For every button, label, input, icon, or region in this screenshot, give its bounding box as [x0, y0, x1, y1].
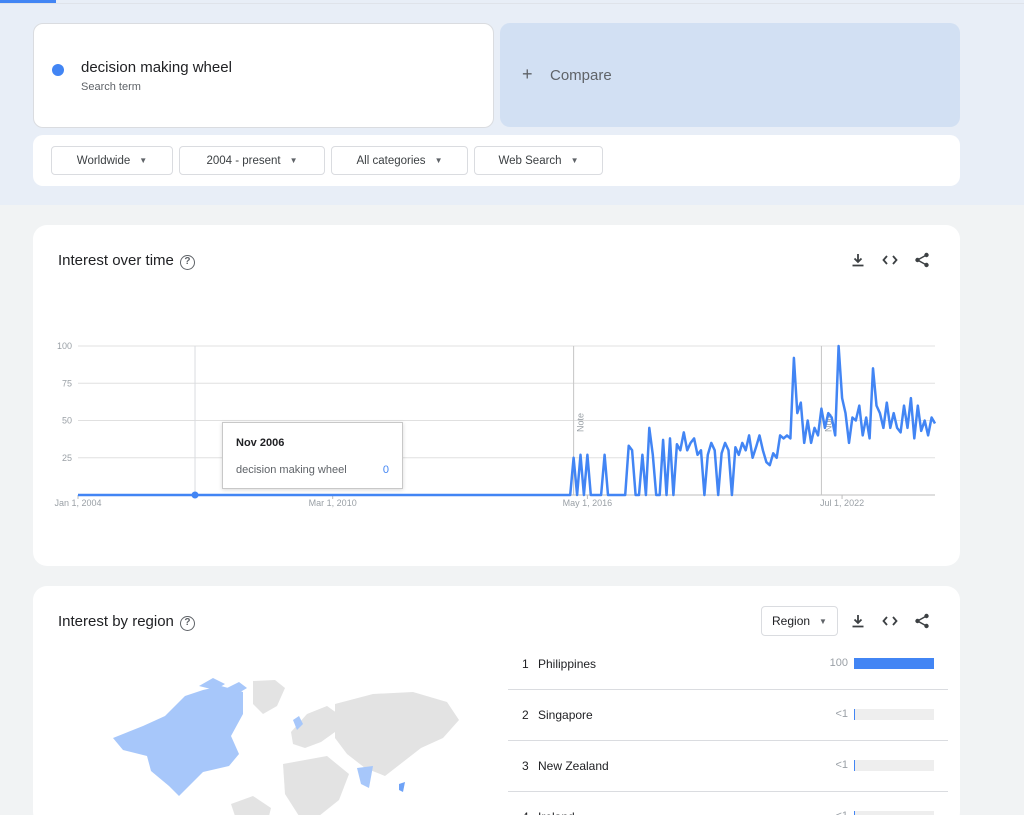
- y-tick-label: 100: [57, 341, 72, 351]
- map-africa: [283, 756, 349, 815]
- region-value: 100: [829, 657, 848, 669]
- region-name: Singapore: [538, 708, 593, 722]
- x-tick-label: Jan 1, 2004: [54, 498, 101, 508]
- region-bar-track: [854, 760, 934, 771]
- region-rank: 4: [522, 810, 529, 815]
- note-label: Note: [576, 413, 586, 432]
- region-name: Philippines: [538, 657, 597, 671]
- chart-tooltip: Nov 2006 decision making wheel 0: [222, 422, 403, 489]
- region-row[interactable]: 3 New Zealand <1: [508, 742, 948, 792]
- map-north-america[interactable]: [113, 686, 243, 796]
- interest-by-region-title: Interest by region?: [58, 613, 195, 631]
- hover-point: [191, 491, 199, 499]
- embed-icon[interactable]: [880, 611, 900, 631]
- region-bar-fill: [854, 760, 855, 771]
- map-greenland: [253, 680, 285, 714]
- tooltip-date: Nov 2006: [236, 437, 285, 449]
- world-map[interactable]: [103, 676, 463, 815]
- region-rank: 1: [522, 657, 529, 671]
- region-bar-fill: [854, 811, 855, 815]
- tooltip-term: decision making wheel: [236, 464, 347, 476]
- region-rank: 2: [522, 708, 529, 722]
- region-bar-track: [854, 811, 934, 815]
- map-asia: [335, 692, 459, 776]
- map-philippines: [399, 782, 405, 792]
- region-resolution-select[interactable]: Region ▼: [761, 606, 838, 636]
- y-tick-label: 50: [62, 416, 72, 426]
- map-south-america: [231, 796, 271, 815]
- y-axis-labels: 25 50 75 100: [57, 341, 72, 463]
- region-row[interactable]: 2 Singapore <1: [508, 691, 948, 741]
- region-value: <1: [835, 810, 848, 815]
- share-icon[interactable]: [912, 611, 932, 631]
- region-bar-track: [854, 709, 934, 720]
- y-tick-label: 25: [62, 453, 72, 463]
- region-name: Ireland: [538, 810, 575, 815]
- region-resolution-label: Region: [772, 614, 811, 628]
- region-name: New Zealand: [538, 759, 609, 773]
- region-row[interactable]: 4 Ireland <1: [508, 793, 948, 815]
- help-icon[interactable]: ?: [179, 616, 195, 631]
- x-axis-labels: Jan 1, 2004 Mar 1, 2010 May 1, 2016 Jul 1, …: [54, 498, 864, 508]
- region-row[interactable]: 1 Philippines 100: [508, 640, 948, 690]
- region-rank: 3: [522, 759, 529, 773]
- interest-by-region-title-text: Interest by region: [58, 613, 174, 630]
- region-bar-fill: [854, 709, 855, 720]
- region-value: <1: [835, 708, 848, 720]
- x-tick-label: Jul 1, 2022: [820, 498, 864, 508]
- x-tick-label: Mar 1, 2010: [309, 498, 357, 508]
- tooltip-value: 0: [382, 464, 389, 476]
- download-icon[interactable]: [848, 611, 868, 631]
- x-tick-label: May 1, 2016: [563, 498, 613, 508]
- dropdown-caret-icon: ▼: [819, 616, 827, 626]
- region-value: <1: [835, 759, 848, 771]
- region-toolbar: [848, 611, 932, 631]
- y-tick-label: 75: [62, 378, 72, 388]
- map-india: [357, 766, 373, 788]
- region-bar-track: [854, 658, 934, 669]
- region-bar-fill: [854, 658, 934, 669]
